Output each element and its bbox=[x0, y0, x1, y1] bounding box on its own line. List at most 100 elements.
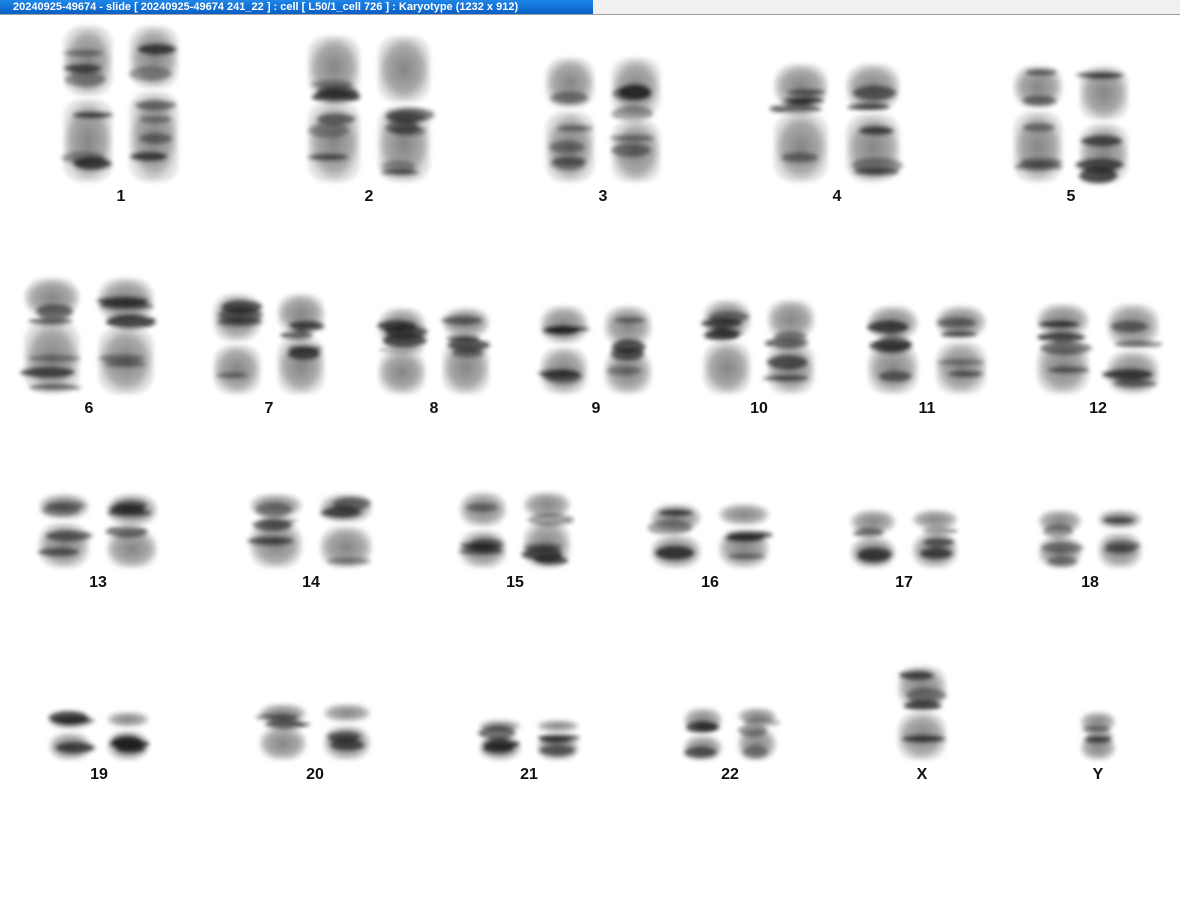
chromosome-pair-22[interactable] bbox=[680, 706, 781, 762]
chromosome-pair-4[interactable] bbox=[769, 62, 905, 184]
chromosome-image bbox=[897, 666, 947, 760]
chromatid-shape bbox=[1036, 304, 1092, 394]
chromosome-pair-12[interactable] bbox=[1032, 302, 1164, 396]
chromosome-pair-5[interactable] bbox=[1009, 64, 1133, 184]
chromosome-label-11: 11 bbox=[918, 400, 936, 417]
chromosome-pair-14[interactable] bbox=[245, 492, 377, 570]
chromosome-pair-1[interactable] bbox=[59, 24, 183, 184]
chromatid-shape bbox=[647, 504, 702, 568]
chromosome-image bbox=[683, 708, 781, 760]
chromatid-shape bbox=[377, 308, 429, 394]
chromosome-image bbox=[247, 494, 373, 568]
chromosome-label-22: 22 bbox=[721, 766, 739, 783]
chromatid-shape bbox=[247, 494, 303, 568]
chromosome-pair-18[interactable] bbox=[1034, 508, 1146, 570]
chromosome-pair-y[interactable] bbox=[1077, 710, 1119, 762]
chromatid-shape bbox=[769, 64, 828, 182]
chromosome-image bbox=[61, 26, 179, 182]
karyotype-canvas: 1 2 3 4 5 6 7 8 9 10 11 12 13 14 15 16 17 18 19 20 21 22 X Y bbox=[0, 15, 1180, 899]
chromosome-label-19: 19 bbox=[90, 766, 108, 783]
chromatid-shape bbox=[107, 712, 150, 760]
chromosome-pair-11[interactable] bbox=[863, 304, 991, 396]
chromosome-label-y: Y bbox=[1092, 766, 1104, 783]
chromosome-pair-7[interactable] bbox=[209, 292, 329, 396]
chromosome-pair-19[interactable] bbox=[45, 710, 153, 762]
chromatid-shape bbox=[441, 308, 491, 394]
chromosome-image bbox=[1080, 712, 1116, 760]
chromatid-shape bbox=[866, 306, 919, 394]
chromosome-label-16: 16 bbox=[701, 574, 719, 591]
chromatid-shape bbox=[1038, 510, 1084, 568]
chromosome-image bbox=[48, 710, 150, 760]
chromosome-label-8: 8 bbox=[429, 400, 439, 417]
chromosome-label-14: 14 bbox=[302, 574, 320, 591]
chromosome-pair-6[interactable] bbox=[19, 276, 159, 396]
chromosome-image bbox=[537, 306, 652, 394]
chromatid-shape bbox=[897, 666, 947, 760]
chromatid-shape bbox=[935, 306, 987, 394]
chromatid-shape bbox=[1098, 510, 1142, 568]
chromatid-shape bbox=[521, 492, 574, 568]
chromosome-image bbox=[213, 294, 325, 394]
chromatid-shape bbox=[61, 26, 114, 182]
chromosome-label-21: 21 bbox=[520, 766, 538, 783]
chromosome-image bbox=[255, 704, 371, 760]
chromosome-image bbox=[458, 492, 574, 568]
chromatid-shape bbox=[1102, 304, 1163, 394]
chromosome-image bbox=[1013, 66, 1129, 184]
window-titlebar: 20240925-49674 - slide [ 20240925-49674 … bbox=[0, 0, 1180, 15]
chromosome-pair-8[interactable] bbox=[374, 306, 494, 396]
chromosome-pair-9[interactable] bbox=[536, 304, 656, 396]
chromosome-pair-10[interactable] bbox=[699, 298, 819, 396]
chromosome-label-7: 7 bbox=[264, 400, 274, 417]
chromosome-label-9: 9 bbox=[591, 400, 601, 417]
chromosome-pair-15[interactable] bbox=[455, 490, 575, 570]
chromosome-label-2: 2 bbox=[364, 188, 374, 205]
chromosome-image bbox=[478, 720, 580, 760]
chromatid-shape bbox=[105, 494, 158, 568]
chromosome-pair-13[interactable] bbox=[34, 492, 162, 570]
chromosome-label-4: 4 bbox=[832, 188, 842, 205]
chromosome-image bbox=[700, 300, 815, 394]
chromatid-shape bbox=[1080, 712, 1116, 760]
chromatid-shape bbox=[37, 494, 93, 568]
chromosome-label-x: X bbox=[916, 766, 928, 783]
chromosome-image bbox=[769, 64, 904, 182]
chromatid-shape bbox=[255, 704, 311, 760]
window-title[interactable]: 20240925-49674 - slide [ 20240925-49674 … bbox=[0, 0, 593, 14]
chromosome-label-17: 17 bbox=[895, 574, 913, 591]
chromosome-pair-20[interactable] bbox=[255, 702, 375, 762]
chromosome-pair-2[interactable] bbox=[303, 34, 435, 184]
chromatid-shape bbox=[737, 708, 781, 760]
chromosome-image bbox=[377, 308, 491, 394]
chromosome-image bbox=[545, 58, 661, 182]
chromatid-shape bbox=[537, 720, 580, 760]
chromosome-pair-3[interactable] bbox=[541, 56, 665, 184]
chromosome-pair-21[interactable] bbox=[475, 718, 583, 762]
chromatid-shape bbox=[846, 64, 904, 182]
chromatid-shape bbox=[277, 294, 325, 394]
chromosome-label-18: 18 bbox=[1081, 574, 1099, 591]
chromosome-image bbox=[37, 494, 158, 568]
chromosome-pair-x[interactable] bbox=[893, 664, 951, 762]
chromatid-shape bbox=[213, 294, 264, 394]
chromosome-pair-17[interactable] bbox=[846, 508, 962, 570]
chromatid-shape bbox=[307, 36, 361, 182]
chromosome-image bbox=[866, 306, 987, 394]
chromosome-label-12: 12 bbox=[1089, 400, 1107, 417]
chromosome-label-5: 5 bbox=[1066, 188, 1076, 205]
chromosome-label-15: 15 bbox=[506, 574, 524, 591]
chromatid-shape bbox=[48, 710, 95, 760]
chromatid-shape bbox=[128, 26, 179, 182]
chromatid-shape bbox=[700, 300, 751, 394]
chromatid-shape bbox=[323, 704, 371, 760]
chromatid-shape bbox=[377, 36, 435, 182]
chromatid-shape bbox=[604, 306, 652, 394]
chromosome-pair-16[interactable] bbox=[646, 502, 774, 570]
chromatid-shape bbox=[609, 58, 661, 182]
chromatid-shape bbox=[763, 300, 815, 394]
chromosome-label-1: 1 bbox=[116, 188, 126, 205]
chromosome-label-13: 13 bbox=[89, 574, 107, 591]
chromatid-shape bbox=[1075, 66, 1129, 184]
chromatid-shape bbox=[319, 494, 373, 568]
